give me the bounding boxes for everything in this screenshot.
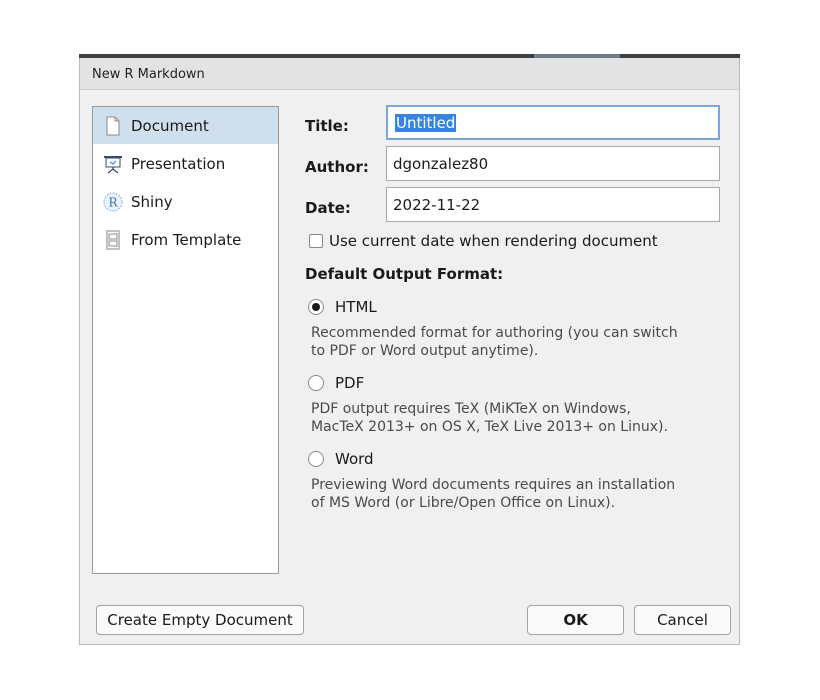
template-icon	[106, 230, 120, 250]
shiny-r-icon: R	[103, 192, 123, 212]
sidebar-item-label: Shiny	[131, 193, 173, 211]
sidebar-item-presentation[interactable]: Presentation	[93, 145, 278, 182]
author-label: Author:	[305, 158, 369, 176]
dialog-titlebar[interactable]: New R Markdown	[80, 58, 739, 90]
use-current-date-label[interactable]: Use current date when rendering document	[329, 232, 658, 250]
sidebar-item-document[interactable]: Document	[93, 107, 278, 144]
pdf-desc-line-1: PDF output requires TeX (MiKTeX on Windo…	[311, 401, 631, 417]
sidebar-item-from-template[interactable]: From Template	[93, 221, 278, 258]
cancel-button[interactable]: Cancel	[634, 605, 731, 635]
word-option-description: Previewing Word documents requires an in…	[311, 476, 721, 512]
title-field[interactable]: Untitled	[386, 105, 720, 140]
author-field[interactable]	[386, 146, 720, 181]
word-radio[interactable]	[308, 451, 324, 467]
output-format-heading: Default Output Format:	[305, 265, 504, 283]
sidebar-item-label: Document	[131, 117, 209, 135]
word-option-label[interactable]: Word	[335, 450, 374, 468]
svg-text:R: R	[108, 196, 118, 210]
ok-button[interactable]: OK	[527, 605, 624, 635]
title-field-selected-text: Untitled	[395, 114, 457, 132]
sidebar-item-label: Presentation	[131, 155, 226, 173]
html-desc-line-2: to PDF or Word output anytime).	[311, 343, 539, 359]
sidebar-item-label: From Template	[131, 231, 242, 249]
html-option-label[interactable]: HTML	[335, 298, 377, 316]
date-label: Date:	[305, 199, 351, 217]
presentation-icon	[104, 156, 122, 174]
new-r-markdown-dialog: New R Markdown Document Presentation R S…	[79, 58, 740, 645]
date-field[interactable]	[386, 187, 720, 222]
word-desc-line-2: of MS Word (or Libre/Open Office on Linu…	[311, 495, 616, 511]
dialog-title: New R Markdown	[92, 67, 205, 82]
pdf-radio[interactable]	[308, 375, 324, 391]
html-radio[interactable]	[308, 299, 324, 315]
sidebar-item-shiny[interactable]: R Shiny	[93, 183, 278, 220]
create-empty-document-button[interactable]: Create Empty Document	[96, 605, 304, 635]
title-label: Title:	[305, 117, 349, 135]
format-type-list: Document Presentation R Shiny From Templ…	[92, 106, 279, 574]
pdf-desc-line-2: MacTeX 2013+ on OS X, TeX Live 2013+ on …	[311, 419, 668, 435]
word-desc-line-1: Previewing Word documents requires an in…	[311, 477, 676, 493]
use-current-date-checkbox[interactable]	[309, 234, 323, 248]
pdf-option-label[interactable]: PDF	[335, 374, 364, 392]
html-option-description: Recommended format for authoring (you ca…	[311, 324, 721, 360]
pdf-option-description: PDF output requires TeX (MiKTeX on Windo…	[311, 400, 721, 436]
html-desc-line-1: Recommended format for authoring (you ca…	[311, 325, 678, 341]
document-icon	[106, 116, 120, 136]
